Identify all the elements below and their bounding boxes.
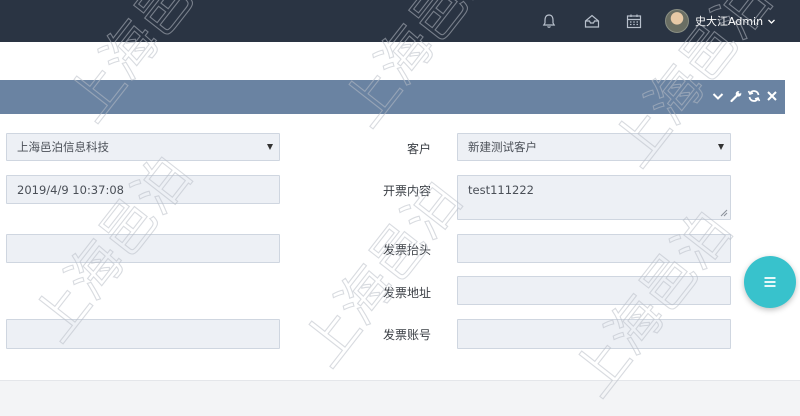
- customer-select-value: 新建测试客户: [468, 140, 537, 154]
- top-navbar: 史大江Admin: [0, 0, 800, 42]
- footer-strip: [0, 380, 800, 416]
- calendar-icon[interactable]: [625, 12, 643, 30]
- bell-icon[interactable]: [540, 12, 558, 30]
- username[interactable]: 史大江Admin: [695, 13, 763, 29]
- collapse-chevron-icon[interactable]: [711, 89, 725, 103]
- date-field-value: 2019/4/9 10:37:08: [17, 182, 124, 197]
- close-icon[interactable]: [765, 89, 779, 103]
- invoice-account-field[interactable]: [457, 319, 731, 349]
- company-select[interactable]: 上海邑泊信息科技: [6, 133, 280, 161]
- customer-select[interactable]: 新建测试客户: [457, 133, 731, 161]
- invoice-content-value: test111222: [468, 183, 534, 197]
- refresh-icon[interactable]: [747, 89, 761, 103]
- avatar[interactable]: [665, 9, 689, 33]
- dropdown-arrow-icon: [267, 144, 273, 150]
- dropdown-arrow-icon: [718, 144, 724, 150]
- left-field-3[interactable]: [6, 234, 280, 263]
- panel-header: [0, 80, 785, 114]
- invoice-address-field[interactable]: [457, 276, 731, 305]
- left-field-5[interactable]: [6, 319, 280, 349]
- invoice-content-label: 开票内容: [382, 184, 431, 198]
- chevron-down-icon[interactable]: [767, 17, 776, 26]
- invoice-title-field[interactable]: [457, 234, 731, 263]
- invoice-address-label: 发票地址: [382, 286, 431, 300]
- user-menu[interactable]: 史大江Admin: [665, 9, 776, 33]
- menu-icon: [764, 277, 776, 287]
- date-field[interactable]: 2019/4/9 10:37:08: [6, 175, 280, 204]
- resize-grip-icon[interactable]: [720, 209, 728, 217]
- customer-label: 客户: [406, 142, 431, 156]
- floating-menu-button[interactable]: [744, 256, 796, 308]
- invoice-content-textarea[interactable]: test111222: [457, 175, 731, 220]
- inbox-icon[interactable]: [583, 12, 601, 30]
- invoice-account-label: 发票账号: [382, 328, 431, 342]
- invoice-title-label: 发票抬头: [382, 243, 431, 257]
- company-select-value: 上海邑泊信息科技: [17, 140, 109, 154]
- wrench-icon[interactable]: [729, 89, 743, 103]
